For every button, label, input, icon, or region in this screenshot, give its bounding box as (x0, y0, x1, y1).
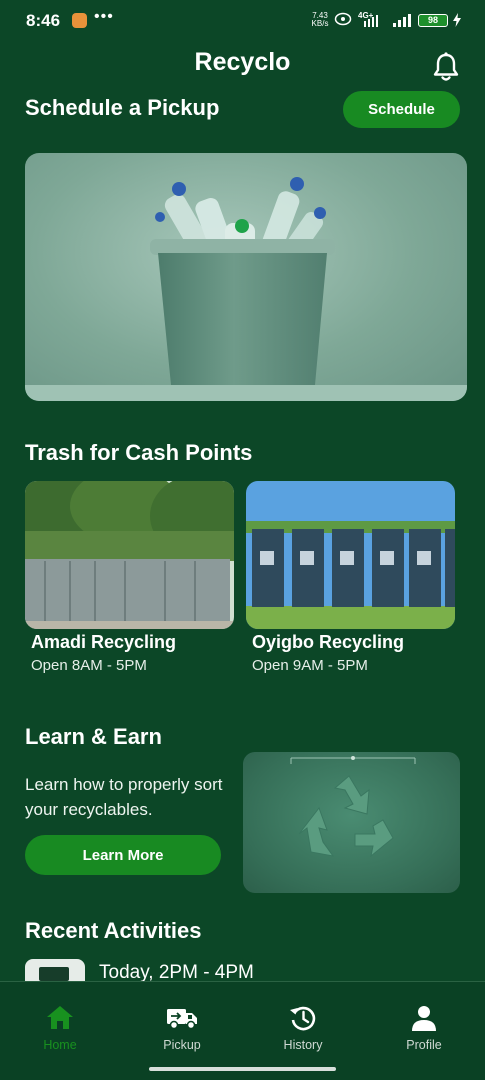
truck-icon (167, 1009, 197, 1030)
truck-icon (39, 967, 69, 981)
learn-recycle-image (243, 752, 460, 893)
nav-pickup[interactable]: Pickup (142, 1004, 222, 1052)
schedule-title: Schedule a Pickup (25, 95, 220, 120)
bottom-navigation: Home Pickup History Profile (0, 981, 485, 1080)
hotspot-icon (334, 12, 352, 26)
pickup-hero-image (25, 153, 467, 401)
learn-more-button[interactable]: Learn More (25, 835, 221, 875)
more-notifications-icon: ••• (94, 8, 114, 25)
bins-photo (246, 481, 455, 629)
cash-point-name[interactable]: Amadi Recycling (31, 632, 176, 653)
nav-history-label: History (283, 1038, 323, 1052)
battery-icon: 98 (418, 14, 448, 27)
cash-point-name[interactable]: Oyigbo Recycling (252, 632, 404, 653)
net-speed: 7.43 KB/s (308, 12, 332, 28)
recent-activities-title: Recent Activities (25, 918, 202, 943)
cash-points-title: Trash for Cash Points (25, 440, 253, 465)
app-notification-icon (72, 13, 87, 28)
home-icon (47, 1006, 73, 1029)
net-speed-unit: KB/s (311, 19, 329, 28)
recycle-icon (290, 756, 416, 858)
cash-point-hours: Open 9AM - 5PM (252, 657, 368, 674)
schedule-button[interactable]: Schedule (343, 91, 460, 128)
charging-icon (453, 13, 461, 27)
person-icon (412, 1006, 436, 1031)
status-time: 8:46 (26, 11, 61, 30)
amadi-recycling-image[interactable] (25, 481, 234, 629)
recycle-bin-illustration (25, 177, 467, 401)
bell-icon[interactable] (431, 51, 461, 83)
oyigbo-recycling-image[interactable] (246, 481, 455, 629)
nav-pickup-label: Pickup (163, 1038, 201, 1052)
home-indicator[interactable] (149, 1067, 336, 1071)
nav-profile[interactable]: Profile (384, 1004, 464, 1052)
learn-earn-title: Learn & Earn (25, 724, 162, 749)
history-icon (290, 1006, 316, 1031)
status-bar: 8:46 ••• 7.43 KB/s 4G+ 98 (0, 0, 485, 40)
cash-point-hours: Open 8AM - 5PM (31, 657, 147, 674)
containers-photo (25, 481, 234, 629)
nav-history[interactable]: History (263, 1004, 343, 1052)
app-title: Recyclo (194, 48, 291, 76)
nav-home-label: Home (43, 1038, 77, 1052)
signal-icon (364, 14, 411, 27)
nav-home[interactable]: Home (20, 1004, 100, 1052)
nav-profile-label: Profile (406, 1038, 442, 1052)
activity-time[interactable]: Today, 2PM - 4PM (99, 962, 254, 982)
learn-description: Learn how to properly sort your recyclab… (25, 775, 223, 819)
